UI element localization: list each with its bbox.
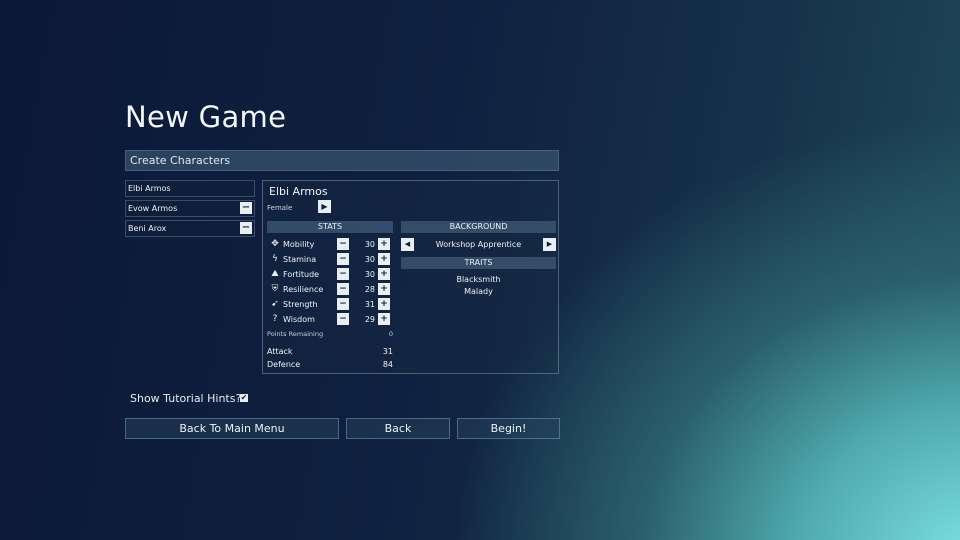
remove-character-button[interactable]: − <box>240 202 252 214</box>
character-list-item[interactable]: Evow Armos − <box>125 200 255 217</box>
stat-increase-button[interactable]: + <box>378 253 390 265</box>
traits-header: TRAITS <box>401 257 556 269</box>
stat-row-resilience: ⛨ Resilience − 28 + <box>267 283 393 296</box>
background-header: BACKGROUND <box>401 221 556 233</box>
tutorial-hints-checkbox[interactable]: ✔ <box>240 394 248 402</box>
stat-label: Resilience <box>283 285 324 294</box>
stat-row-wisdom: ? Wisdom − 29 + <box>267 313 393 326</box>
stat-label: Stamina <box>283 255 317 264</box>
character-list-item[interactable]: Elbi Armos <box>125 180 255 197</box>
stat-row-stamina: ϟ Stamina − 30 + <box>267 253 393 266</box>
background-prev-button[interactable]: ◀ <box>401 238 414 251</box>
character-detail-panel: Elbi Armos Female ▶ STATS ✥ Mobility − 3… <box>262 180 559 374</box>
stat-row-strength: ➹ Strength − 31 + <box>267 298 393 311</box>
character-list: Elbi Armos Evow Armos − Beni Arox − <box>125 180 255 240</box>
begin-button[interactable]: Begin! <box>457 418 560 439</box>
background-next-button[interactable]: ▶ <box>543 238 556 251</box>
stat-decrease-button[interactable]: − <box>337 238 349 250</box>
mobility-icon: ✥ <box>271 239 279 249</box>
wisdom-icon: ? <box>272 314 278 324</box>
character-list-item[interactable]: Beni Arox − <box>125 220 255 237</box>
stat-decrease-button[interactable]: − <box>337 313 349 325</box>
stat-increase-button[interactable]: + <box>378 268 390 280</box>
character-name: Elbi Armos <box>128 184 171 193</box>
trait-item: Malady <box>464 287 493 296</box>
stat-row-fortitude: ⛰ Fortitude − 30 + <box>267 268 393 281</box>
stat-decrease-button[interactable]: − <box>337 253 349 265</box>
stamina-icon: ϟ <box>272 254 278 264</box>
character-name: Beni Arox <box>128 224 167 233</box>
stat-decrease-button[interactable]: − <box>337 298 349 310</box>
stat-value: 30 <box>364 255 375 264</box>
stat-increase-button[interactable]: + <box>378 238 390 250</box>
remove-character-button[interactable]: − <box>240 222 252 234</box>
stat-row-mobility: ✥ Mobility − 30 + <box>267 238 393 251</box>
points-remaining-label: Points Remaining <box>267 330 324 338</box>
character-name-heading: Elbi Armos <box>269 185 328 198</box>
section-header-create-characters: Create Characters <box>125 150 559 171</box>
background-selector: ◀ Workshop Apprentice ▶ <box>401 238 556 251</box>
attack-row: Attack 31 <box>267 347 393 356</box>
defence-value: 84 <box>382 360 393 369</box>
defence-label: Defence <box>267 360 301 369</box>
stat-value: 29 <box>364 315 375 324</box>
stat-decrease-button[interactable]: − <box>337 268 349 280</box>
page-title: New Game <box>125 100 287 134</box>
attack-value: 31 <box>382 347 393 356</box>
trait-item: Blacksmith <box>456 275 501 284</box>
defence-row: Defence 84 <box>267 360 393 369</box>
stat-decrease-button[interactable]: − <box>337 283 349 295</box>
tutorial-hints-label: Show Tutorial Hints? <box>130 392 242 405</box>
strength-icon: ➹ <box>271 299 279 309</box>
stat-increase-button[interactable]: + <box>378 283 390 295</box>
stat-increase-button[interactable]: + <box>378 313 390 325</box>
back-button[interactable]: Back <box>346 418 450 439</box>
character-name: Evow Armos <box>128 204 178 213</box>
stat-label: Wisdom <box>283 315 315 324</box>
stat-value: 30 <box>364 240 375 249</box>
background-value: Workshop Apprentice <box>435 240 522 249</box>
back-to-main-menu-button[interactable]: Back To Main Menu <box>125 418 339 439</box>
gender-toggle-button[interactable]: ▶ <box>318 200 331 213</box>
points-remaining-value: 0 <box>388 330 393 338</box>
resilience-icon: ⛨ <box>271 284 279 294</box>
stat-value: 30 <box>364 270 375 279</box>
stat-increase-button[interactable]: + <box>378 298 390 310</box>
points-remaining-row: Points Remaining 0 <box>267 330 393 338</box>
stat-label: Mobility <box>283 240 315 249</box>
stats-header: STATS <box>267 221 393 233</box>
fortitude-icon: ⛰ <box>271 269 279 279</box>
stat-value: 28 <box>364 285 375 294</box>
stat-label: Fortitude <box>283 270 320 279</box>
attack-label: Attack <box>267 347 293 356</box>
stat-value: 31 <box>364 300 375 309</box>
stat-label: Strength <box>283 300 318 309</box>
gender-label: Female <box>267 204 293 212</box>
